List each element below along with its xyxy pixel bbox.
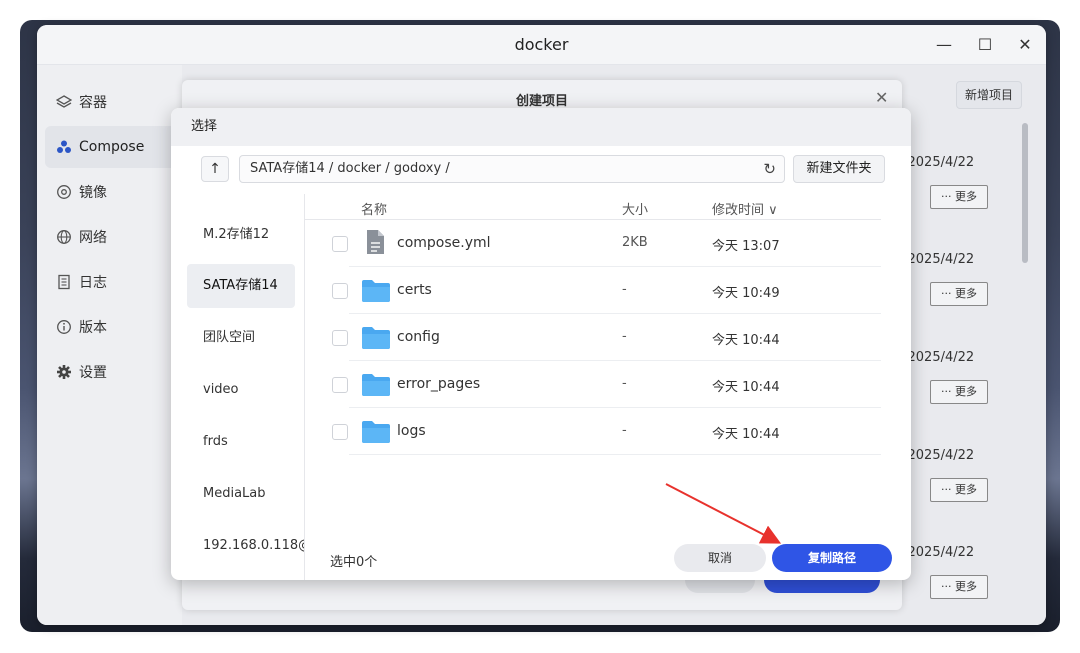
annotation-arrow [665, 483, 782, 544]
